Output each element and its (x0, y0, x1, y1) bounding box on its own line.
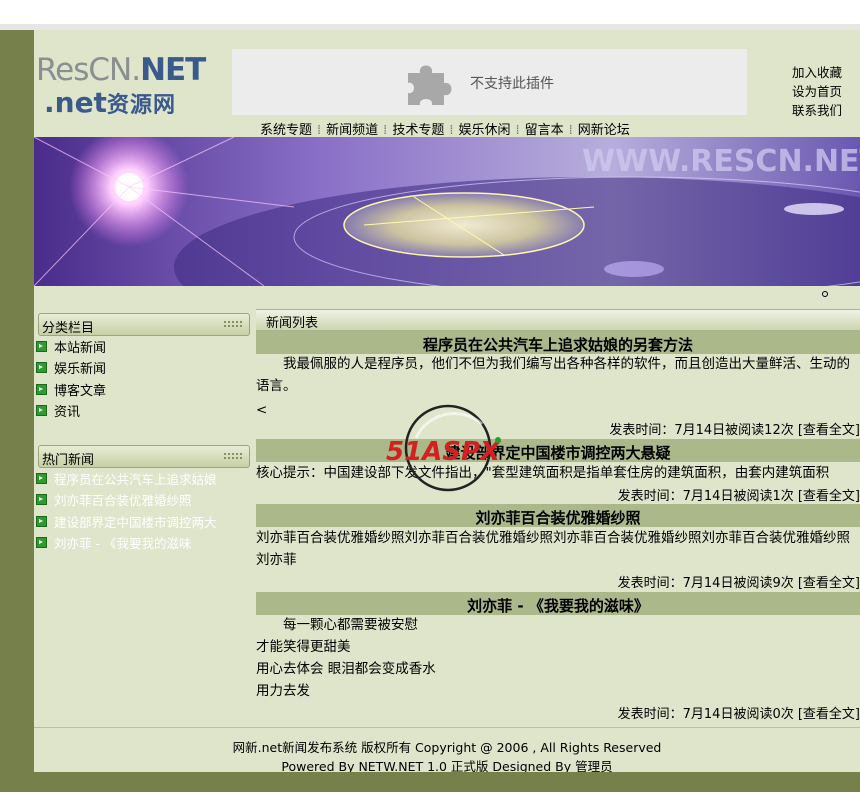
plugin-placeholder: 不支持此插件 (232, 49, 747, 115)
category-box-title: 分类栏目 (42, 321, 95, 336)
nav-system-topics[interactable]: 系统专题 (260, 123, 312, 138)
news-title[interactable]: 程序员在公共汽车上追求姑娘的另套方法 (256, 331, 860, 354)
news-summary: 每一颗心都需要被安慰 才能笑得更甜美 用心去体会 眼泪都会变成香水 用力去发 (256, 617, 436, 699)
footer-copyright: 网新.net新闻发布系统 版权所有 Copyright @ 2006 , All… (232, 740, 662, 755)
news-title[interactable]: 刘亦菲百合装优雅婚纱照 (256, 504, 860, 527)
overlay-logo-text: 51ASPX (386, 437, 502, 467)
news-title[interactable]: 刘亦菲 - 《我要我的滋味》 (256, 592, 860, 615)
news-list-header: 新闻列表 (256, 309, 860, 331)
nav-entertainment[interactable]: 娱乐休闲 (458, 123, 510, 138)
add-favorite-link[interactable]: 加入收藏 (792, 63, 842, 82)
hot-news-box-header: 热门新闻 (38, 445, 250, 468)
grip-icon (223, 320, 243, 329)
hot-news-list: 程序员在公共汽车上追求姑娘 刘亦菲百合装优雅婚纱照 建设部界定中国楼市调控两大 … (36, 469, 217, 554)
news-meta[interactable]: 发表时间：7月14日被阅读12次 [查看全文] (256, 419, 860, 438)
news-title[interactable]: 建设部界定中国楼市调控两大悬疑 (256, 439, 860, 462)
hot-news-item[interactable]: 建设部界定中国楼市调控两大 (36, 512, 217, 533)
plugin-unsupported-text: 不支持此插件 (470, 76, 554, 92)
news-meta[interactable]: 发表时间：7月14日被阅读0次 [查看全文] (256, 703, 860, 722)
main-nav: 系统专题 ⁞ 新闻频道 ⁞ 技术专题 ⁞ 娱乐休闲 ⁞ 留言本 ⁞ 网新论坛 (260, 123, 630, 138)
left-strip (0, 30, 34, 792)
nav-guestbook[interactable]: 留言本 (525, 123, 564, 138)
category-item[interactable]: 本站新闻 (36, 337, 106, 358)
nav-news-channel[interactable]: 新闻频道 (326, 123, 378, 138)
news-summary: 刘亦菲百合装优雅婚纱照刘亦菲百合装优雅婚纱照刘亦菲百合装优雅婚纱照刘亦菲百合装优… (256, 530, 850, 568)
logo-text-dotnet: .net (44, 86, 107, 119)
news-summary: 我最佩服的人是程序员，他们不但为我们编写出各种各样的软件，而且创造出大量鲜活、生… (256, 356, 850, 418)
set-homepage-link[interactable]: 设为首页 (792, 82, 842, 101)
site-logo[interactable]: ResCN.NET .net资源网 (34, 52, 232, 120)
hot-news-item[interactable]: 刘亦菲百合装优雅婚纱照 (36, 490, 217, 511)
footer-powered-by: Powered By NETW.NET 1.0 正式版 Designed By … (281, 759, 613, 772)
hot-news-box-title: 热门新闻 (42, 453, 95, 468)
footer-divider (34, 727, 860, 728)
category-item[interactable]: 博客文章 (36, 380, 106, 401)
bottom-strip (0, 772, 860, 792)
news-meta[interactable]: 发表时间：7月14日被阅读9次 [查看全文] (256, 572, 860, 591)
small-circle (822, 291, 828, 297)
arrow-bullet-icon (36, 536, 47, 548)
arrow-bullet-icon (36, 362, 47, 374)
news-summary: 核心提示：中国建设部下发文件指出，"套型建筑面积是指单套住房的建筑面积，由套内建… (256, 465, 830, 481)
hot-news-item[interactable]: 程序员在公共汽车上追求姑娘 (36, 469, 217, 490)
nav-forum[interactable]: 网新论坛 (578, 123, 630, 138)
category-list: 本站新闻 娱乐新闻 博客文章 资讯 (36, 337, 106, 422)
page: ResCN.NET .net资源网 不支持此插件 加入收藏 设为首页 联系我们 … (34, 30, 860, 772)
news-meta[interactable]: 发表时间：7月14日被阅读1次 [查看全文] (256, 485, 860, 504)
puzzle-icon (408, 65, 452, 105)
arrow-bullet-icon (36, 515, 47, 527)
arrow-bullet-icon (36, 473, 47, 484)
hot-news-item[interactable]: 刘亦菲 - 《我要我的滋味 (36, 533, 217, 554)
banner-watermark-text: WWW.RESCN.NET (582, 144, 860, 179)
arrow-bullet-icon (36, 341, 47, 352)
grip-icon (223, 452, 243, 461)
category-box-header: 分类栏目 (38, 313, 250, 336)
logo-text-rescn: ResCN. (36, 52, 141, 88)
logo-text-net: NET (140, 52, 206, 88)
overlay-logo: 51ASPX (386, 404, 502, 492)
category-item[interactable]: 资讯 (36, 401, 106, 422)
logo-text-chinese: 资源网 (106, 93, 176, 118)
header-banner: WWW.RESCN.NET (34, 137, 860, 286)
contact-us-link[interactable]: 联系我们 (792, 101, 842, 120)
category-item[interactable]: 娱乐新闻 (36, 358, 106, 379)
arrow-bullet-icon (36, 404, 47, 416)
arrow-bullet-icon (36, 383, 47, 395)
quick-links: 加入收藏 设为首页 联系我们 (792, 63, 842, 120)
arrow-bullet-icon (36, 494, 47, 506)
nav-tech-topics[interactable]: 技术专题 (392, 123, 444, 138)
